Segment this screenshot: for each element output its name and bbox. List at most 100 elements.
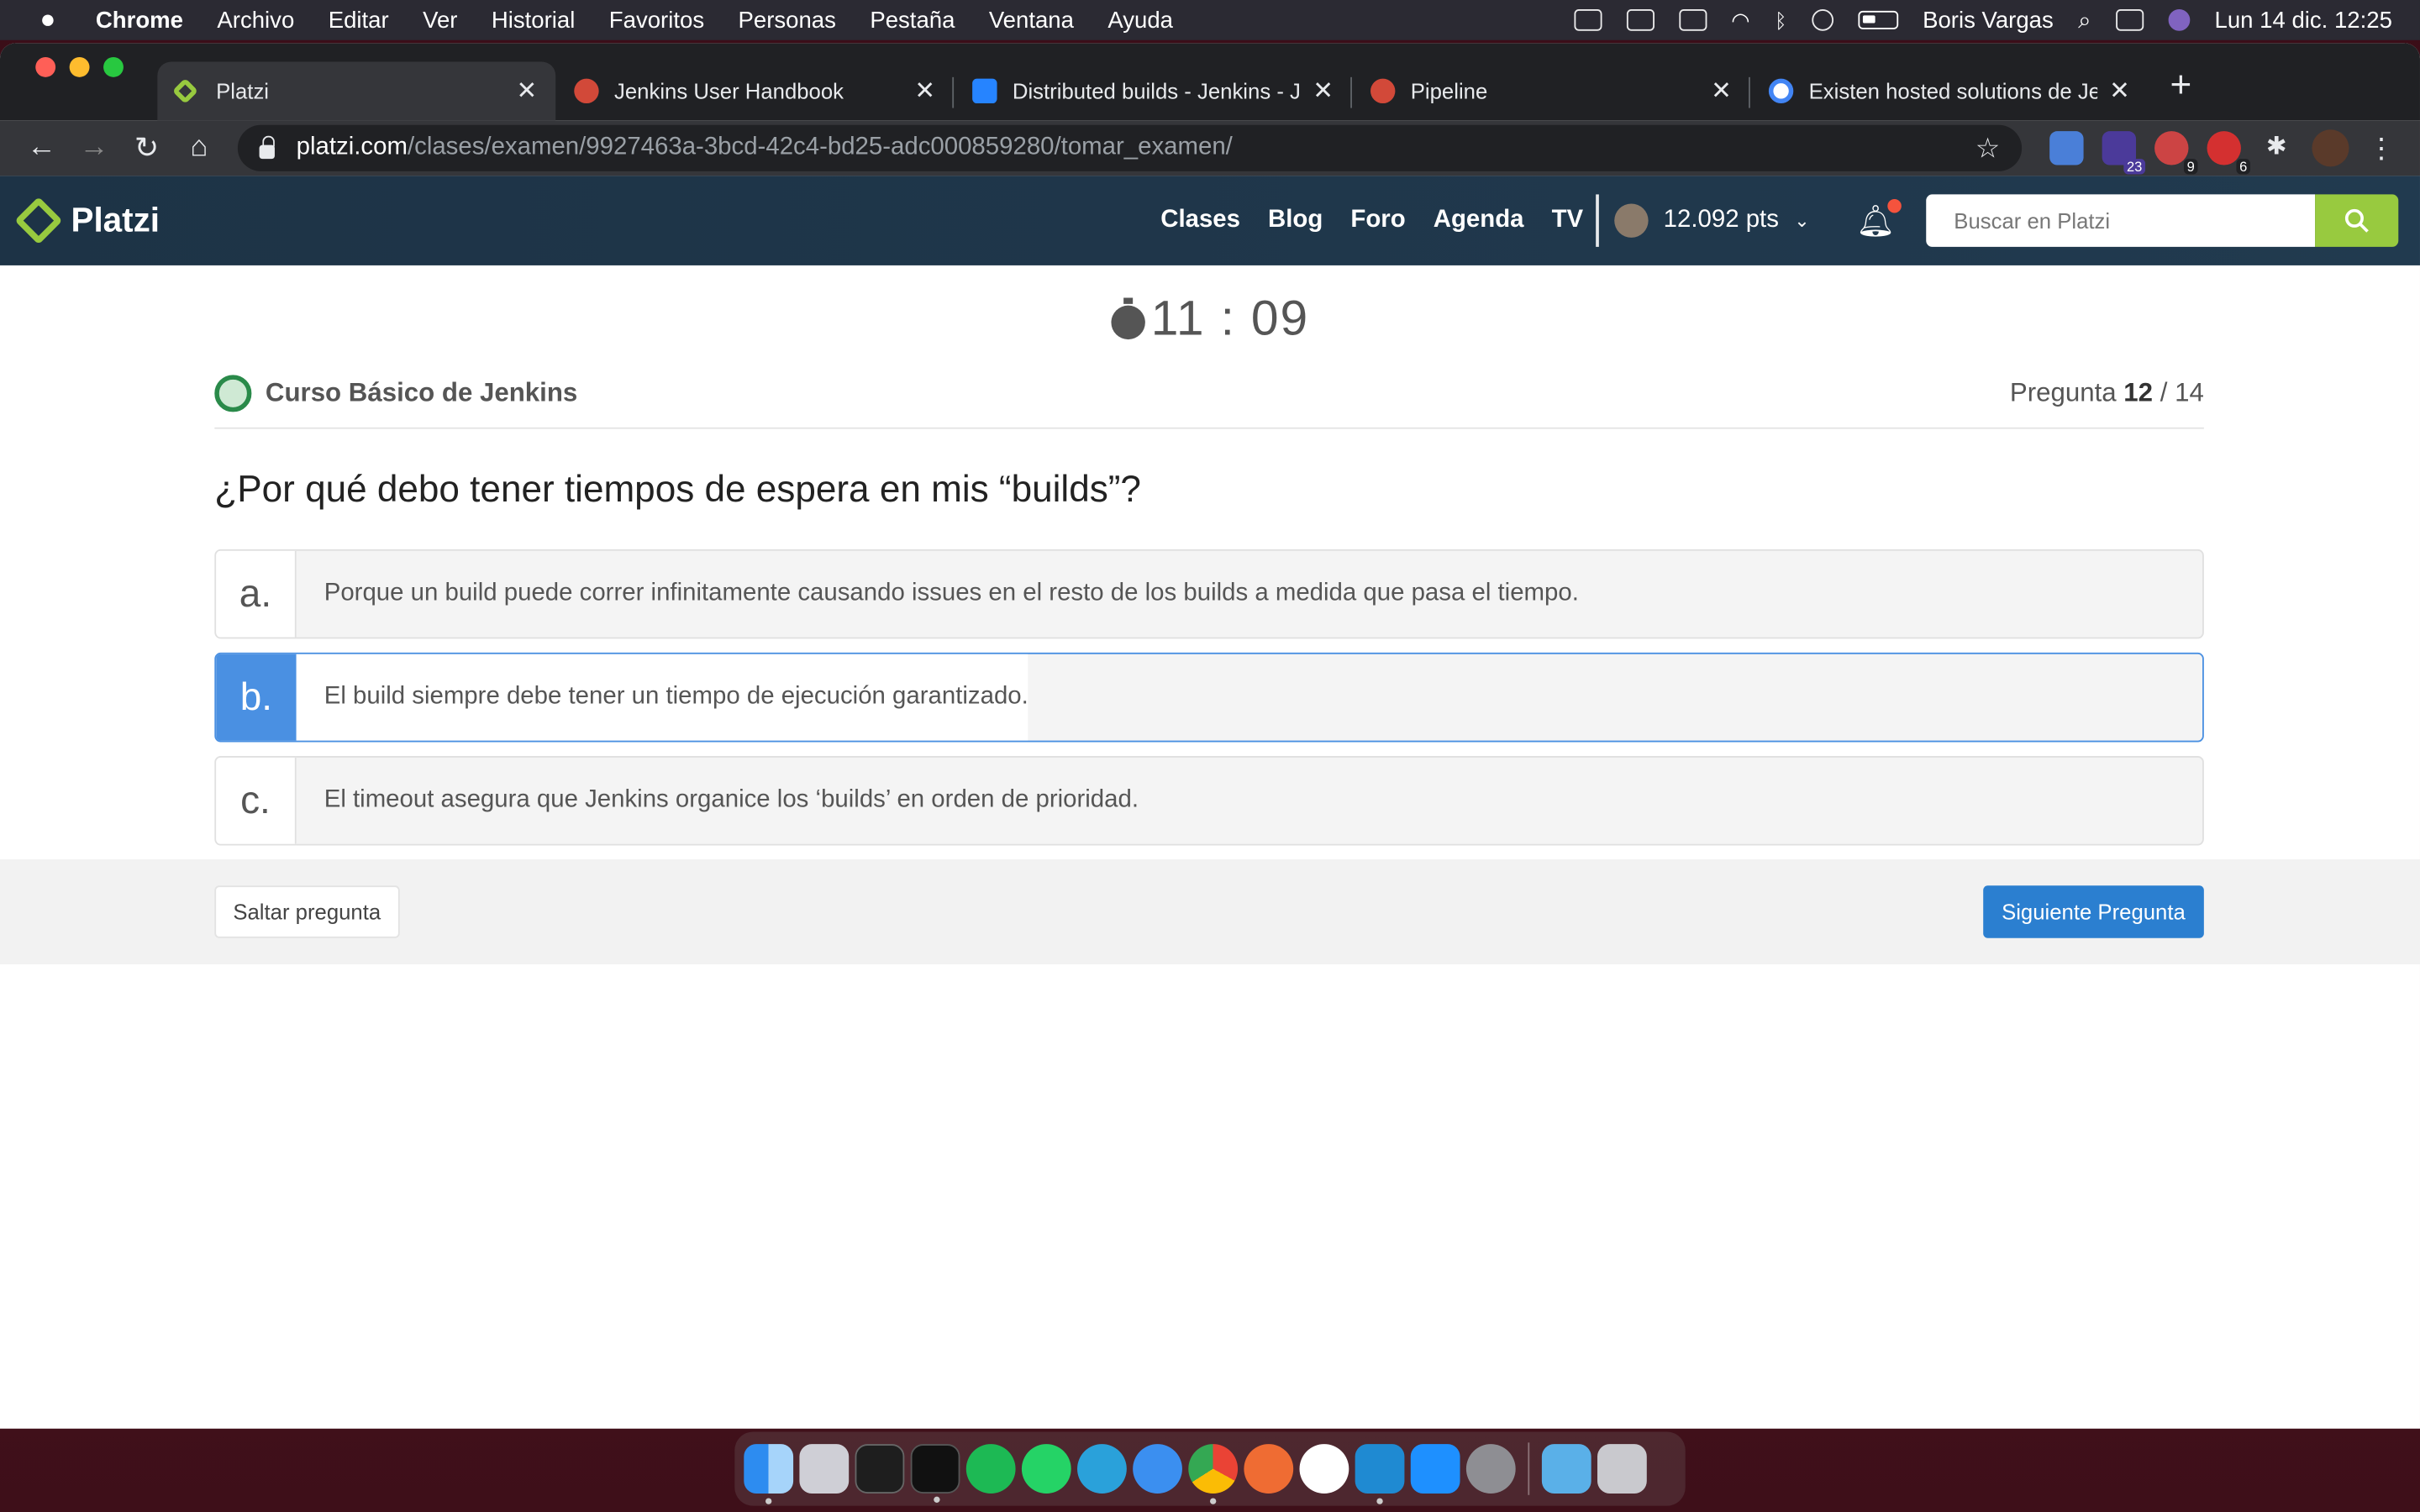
close-tab-icon[interactable]: ✕ [2109,76,2130,107]
extension-icon[interactable]: 6 [2207,131,2250,175]
vscode-icon[interactable] [1355,1444,1405,1504]
menu-ver[interactable]: Ver [423,7,457,33]
iterm-icon[interactable] [910,1444,960,1503]
nav-blog[interactable]: Blog [1268,207,1323,234]
google-translate-extension-icon[interactable] [2049,131,2084,165]
airdrop-icon[interactable] [1811,9,1833,31]
reload-icon[interactable]: ↻ [120,130,172,165]
menu-historial[interactable]: Historial [492,7,576,33]
system-preferences-icon[interactable] [1465,1444,1516,1494]
course-bar: Curso Básico de Jenkins Pregunta 12 / 14 [214,375,2204,429]
downloads-folder-icon[interactable] [1541,1444,1591,1494]
jenkins-favicon-icon [574,78,599,104]
tab-title: Jenkins User Handbook [614,78,844,104]
browser-toolbar: ← → ↻ ⌂ platzi.com /clases/examen/992746… [0,120,2420,176]
siri-icon[interactable] [2168,9,2191,31]
apple-menu-icon[interactable]: ● [0,5,96,36]
question-counter: Pregunta 12 / 14 [2010,378,2204,409]
extension-icon[interactable]: 9 [2154,131,2198,175]
course-name: Curso Básico de Jenkins [265,377,578,407]
bookmark-star-icon[interactable]: ☆ [1975,132,2001,165]
layout-icon[interactable] [1678,9,1707,31]
tab-pipeline[interactable]: Pipeline ✕ [1352,61,1750,120]
safari-icon[interactable] [1133,1444,1182,1494]
timer-value: 11 : 09 [1150,290,1309,346]
user-name[interactable]: Boris Vargas [1923,7,2054,33]
trash-icon[interactable] [1597,1444,1647,1494]
lock-icon[interactable] [259,134,275,159]
nav-foro[interactable]: Foro [1350,207,1405,234]
close-tab-icon[interactable]: ✕ [1313,76,1334,107]
logo-text: Platzi [71,200,160,239]
answer-option-b[interactable]: b. El build siempre debe tener un tiempo… [214,652,2204,743]
answer-option-a[interactable]: a. Porque un build puede correr infinita… [214,549,2204,639]
search-input[interactable] [1926,194,2316,247]
zoom-window-icon[interactable] [103,56,124,77]
chevron-down-icon: ⌄ [1794,209,1810,232]
tab-platzi[interactable]: Platzi ✕ [157,61,556,121]
bluetooth-icon[interactable]: ᛒ [1775,8,1786,32]
menu-favoritos[interactable]: Favoritos [609,7,704,33]
search-button[interactable] [2315,194,2399,247]
confluence-favicon-icon [972,78,997,104]
home-icon[interactable]: ⌂ [173,131,225,165]
new-tab-button[interactable]: + [2149,65,2213,120]
clock[interactable]: Lun 14 dic. 12:25 [2215,7,2392,33]
profile-avatar[interactable] [2312,129,2349,167]
battery-icon[interactable] [1857,10,1898,29]
chrome-icon[interactable] [1188,1444,1239,1504]
menu-editar[interactable]: Editar [329,7,389,33]
close-tab-icon[interactable]: ✕ [517,76,538,107]
answer-option-c[interactable]: c. El timeout asegura que Jenkins organi… [214,755,2204,846]
menu-archivo[interactable]: Archivo [217,7,294,33]
tab-distributed-builds[interactable]: Distributed builds - Jenkins - J ✕ [954,61,1352,120]
chrome-menu-icon[interactable]: ⋮ [2368,132,2396,165]
nav-clases[interactable]: Clases [1160,207,1240,234]
close-window-icon[interactable] [35,56,56,77]
answer-text: El build siempre debe tener un tiempo de… [296,654,1028,741]
finder-icon[interactable] [744,1444,794,1504]
cloud-icon[interactable] [1626,9,1655,31]
next-question-button[interactable]: Siguiente Pregunta [1983,885,2204,938]
whatsapp-icon[interactable] [1021,1444,1071,1494]
notifications-bell-icon[interactable]: 🔔︎ [1856,198,1902,240]
postman-icon[interactable] [1244,1444,1294,1494]
forward-icon[interactable]: → [68,131,120,165]
telegram-icon[interactable] [1077,1444,1127,1494]
back-icon[interactable]: ← [15,131,67,165]
points-menu[interactable]: 12.092 pts ⌄ [1613,203,1810,238]
launchpad-icon[interactable] [799,1444,850,1494]
tab-jenkins-handbook[interactable]: Jenkins User Handbook ✕ [555,61,955,120]
minimize-window-icon[interactable] [69,56,90,77]
nav-tv[interactable]: TV [1552,207,1584,234]
nav-agenda[interactable]: Agenda [1434,207,1524,234]
skip-question-button[interactable]: Saltar pregunta [214,885,400,938]
tab-title: Pipeline [1410,78,1488,104]
app-store-icon[interactable] [1410,1444,1460,1494]
menu-ventana[interactable]: Ventana [989,7,1074,33]
close-tab-icon[interactable]: ✕ [914,76,935,107]
tab-google-search[interactable]: Existen hosted solutions de Je ✕ [1750,61,2149,120]
extensions-puzzle-icon[interactable]: ✱ [2260,131,2293,165]
platzi-logo[interactable]: Platzi [14,197,160,245]
control-center-icon[interactable] [2115,9,2144,31]
wifi-icon[interactable]: ◠ [1731,7,1749,33]
menu-pestana[interactable]: Pestaña [870,7,955,33]
url-path: /clases/examen/9927463a-3bcd-42c4-bd25-a… [407,134,1233,161]
extension-badge: 23 [2123,159,2146,175]
macos-dock [734,1431,1686,1506]
spotify-icon[interactable] [965,1444,1016,1494]
menu-personas[interactable]: Personas [739,7,836,33]
extension-icon[interactable]: 23 [2102,131,2146,175]
search-icon [2344,208,2369,233]
close-tab-icon[interactable]: ✕ [1711,76,1732,107]
spotlight-search-icon[interactable]: ⌕ [2078,7,2091,33]
tab-title: Platzi [216,78,270,104]
terminal-icon[interactable] [855,1444,905,1494]
menu-ayuda[interactable]: Ayuda [1107,7,1173,33]
macos-menubar: ● Chrome Archivo Editar Ver Historial Fa… [0,0,2420,40]
menu-chrome[interactable]: Chrome [96,7,183,33]
word-app-icon[interactable] [1299,1444,1349,1494]
address-bar[interactable]: platzi.com /clases/examen/9927463a-3bcd-… [237,124,2023,171]
status-app-icon[interactable] [1573,9,1602,31]
